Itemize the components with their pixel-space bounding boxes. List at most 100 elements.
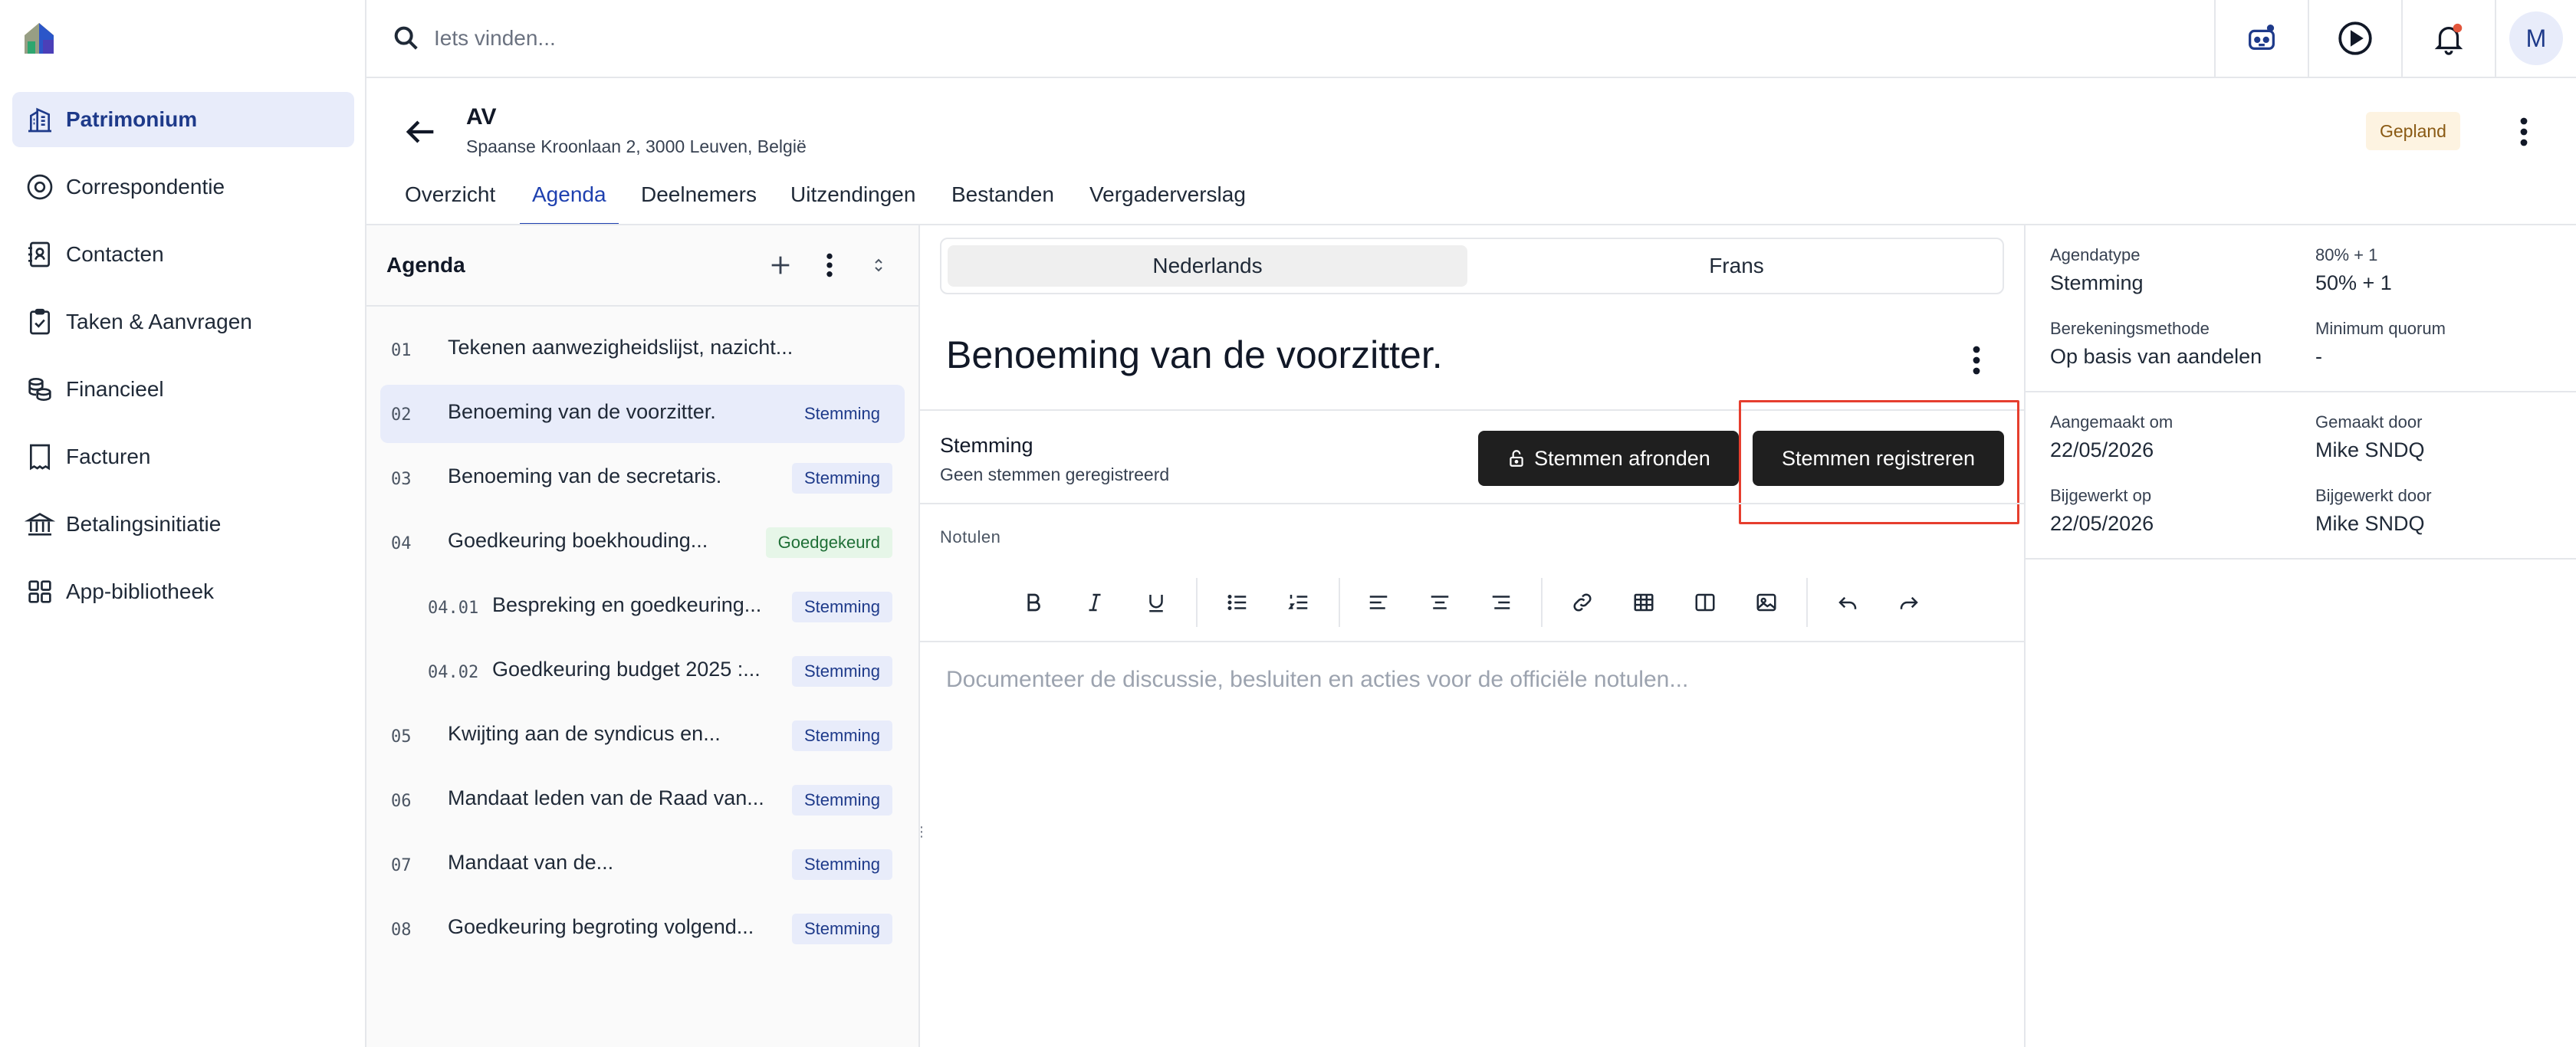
tab-uitzendingen[interactable]: Uitzendingen: [790, 182, 915, 225]
majority-value: 50% + 1: [2315, 271, 2392, 294]
divider: [920, 503, 2024, 504]
agenda-item[interactable]: 01 Tekenen aanwezigheidslijst, nazicht..…: [380, 320, 905, 379]
header-more-button[interactable]: [2509, 113, 2539, 150]
underline-button[interactable]: [1136, 583, 1176, 622]
sidebar-item-label: Financieel: [66, 377, 164, 401]
back-button[interactable]: [400, 112, 440, 152]
play-video-button[interactable]: [2308, 0, 2401, 77]
tab-bestanden[interactable]: Bestanden: [951, 182, 1054, 225]
vote-status-text: Geen stemmen geregistreerd: [940, 464, 1170, 484]
insert-table-button[interactable]: [1624, 583, 1664, 622]
agenda-item[interactable]: 07 Mandaat van de... Stemming: [380, 835, 905, 894]
finish-votes-button[interactable]: Stemmen afronden: [1478, 431, 1739, 486]
agenda-subitem[interactable]: 04.01 Bespreking en goedkeuring... Stemm…: [380, 578, 905, 636]
agenda-item[interactable]: 04 Goedkeuring boekhouding... Goedgekeur…: [380, 514, 905, 572]
align-left-icon: [1367, 591, 1390, 614]
agenda-header-divider: [366, 305, 920, 307]
align-right-button[interactable]: [1481, 583, 1521, 622]
agenda-item-title: Goedkeuring begroting volgend...: [448, 915, 754, 938]
updated-at-label: Bijgewerkt op: [2050, 486, 2152, 505]
sidebar-item-betalingsinitiatie[interactable]: Betalingsinitiatie: [12, 497, 354, 552]
bold-button[interactable]: [1014, 583, 1053, 622]
agenda-item-number: 02: [391, 405, 412, 425]
tab-deelnemers[interactable]: Deelnemers: [641, 182, 757, 225]
sidebar-item-taken-aanvragen[interactable]: Taken & Aanvragen: [12, 294, 354, 350]
minimum-quorum-value: -: [2315, 345, 2322, 368]
italic-button[interactable]: [1075, 583, 1115, 622]
sidebar-item-financieel[interactable]: Financieel: [12, 362, 354, 417]
sidebar-item-patrimonium[interactable]: Patrimonium: [12, 92, 354, 147]
insert-link-button[interactable]: [1562, 583, 1602, 622]
sidebar: Patrimonium Correspondentie Contacten Ta…: [0, 0, 366, 1047]
agenda-item-title: Goedkeuring boekhouding...: [448, 529, 708, 552]
item-more-button[interactable]: [1961, 342, 1992, 379]
link-icon: [1571, 591, 1594, 614]
agenda-item[interactable]: 08 Goedkeuring begroting volgend... Stem…: [380, 900, 905, 958]
agenda-item-title: Kwijting aan de syndicus en...: [448, 722, 721, 745]
agenda-more-button[interactable]: [813, 247, 846, 284]
agenda-item-number: 03: [391, 470, 412, 489]
agendatype-value: Stemming: [2050, 271, 2144, 294]
created-by-label: Gemaakt door: [2315, 412, 2423, 432]
undo-button[interactable]: [1828, 583, 1868, 622]
notifications-button[interactable]: [2401, 0, 2495, 77]
agenda-item-badge: Stemming: [791, 720, 892, 751]
at-sign-icon: [23, 170, 57, 204]
agenda-item[interactable]: 05 Kwijting aan de syndicus en... Stemmi…: [380, 707, 905, 765]
updated-by-label: Bijgewerkt door: [2315, 486, 2432, 505]
chevrons-up-down-icon: [869, 254, 888, 277]
bullet-list-button[interactable]: [1217, 583, 1257, 622]
minimum-quorum-label: Minimum quorum: [2315, 319, 2446, 338]
agenda-item[interactable]: 03 Benoeming van de secretaris. Stemming: [380, 449, 905, 507]
apps-grid-icon: [23, 575, 57, 609]
play-circle-icon: [2336, 19, 2374, 57]
align-center-button[interactable]: [1420, 583, 1460, 622]
top-bar: M: [366, 0, 2576, 78]
sidebar-item-correspondentie[interactable]: Correspondentie: [12, 159, 354, 215]
agenda-item[interactable]: 02 Benoeming van de voorzitter. Stemming: [380, 385, 905, 443]
sidebar-item-app-bibliotheek[interactable]: App-bibliotheek: [12, 564, 354, 619]
ai-assistant-button[interactable]: [2214, 0, 2308, 77]
agenda-item-badge: Stemming: [791, 463, 892, 494]
tab-agenda[interactable]: Agenda: [520, 182, 619, 225]
sidebar-item-contacten[interactable]: Contacten: [12, 227, 354, 282]
tab-vergaderverslag[interactable]: Vergaderverslag: [1089, 182, 1246, 225]
agenda-item-title: Goedkeuring budget 2025 :...: [492, 658, 761, 681]
notes-editor[interactable]: [946, 667, 1989, 1004]
add-agenda-item-button[interactable]: [764, 247, 797, 284]
sidebar-item-label: Patrimonium: [66, 107, 198, 131]
sidebar-item-label: Facturen: [66, 445, 151, 468]
agenda-item-number: 04.01: [428, 599, 479, 618]
align-left-button[interactable]: [1359, 583, 1398, 622]
agenda-item-badge: Stemming: [791, 656, 892, 687]
sidebar-item-facturen[interactable]: Facturen: [12, 429, 354, 484]
redo-button[interactable]: [1889, 583, 1929, 622]
toolbar-separator: [1806, 578, 1808, 627]
agenda-item-title: Benoeming van de secretaris.: [448, 464, 722, 487]
insert-columns-button[interactable]: [1685, 583, 1725, 622]
sidebar-item-label: Taken & Aanvragen: [66, 310, 252, 333]
resize-handle-left[interactable]: ⋮: [915, 820, 928, 843]
majority-label: 80% + 1: [2315, 245, 2378, 264]
app-logo[interactable]: [20, 18, 58, 57]
user-menu-button[interactable]: M: [2495, 0, 2576, 77]
agenda-item[interactable]: 06 Mandaat leden van de Raad van... Stem…: [380, 771, 905, 829]
more-vertical-icon: [822, 250, 837, 281]
collapse-expand-button[interactable]: [862, 247, 895, 284]
columns-icon: [1694, 591, 1717, 614]
numbered-list-button[interactable]: [1279, 583, 1319, 622]
agenda-item-badge: Stemming: [791, 849, 892, 880]
updated-at-value: 22/05/2026: [2050, 512, 2154, 535]
search-input[interactable]: [434, 20, 1047, 57]
calculation-method-label: Berekeningsmethode: [2050, 319, 2210, 338]
meeting-address: Spaanse Kroonlaan 2, 3000 Leuven, België: [466, 136, 807, 156]
bold-icon: [1022, 591, 1045, 614]
tab-overzicht[interactable]: Overzicht: [405, 182, 495, 225]
insert-image-button[interactable]: [1746, 583, 1786, 622]
language-option-frans[interactable]: Frans: [1477, 245, 1996, 287]
bank-icon: [23, 507, 57, 541]
agenda-subitem[interactable]: 04.02 Goedkeuring budget 2025 :... Stemm…: [380, 642, 905, 701]
sidebar-item-label: Contacten: [66, 242, 164, 266]
search-icon: [391, 23, 422, 54]
language-option-nederlands[interactable]: Nederlands: [948, 245, 1467, 287]
